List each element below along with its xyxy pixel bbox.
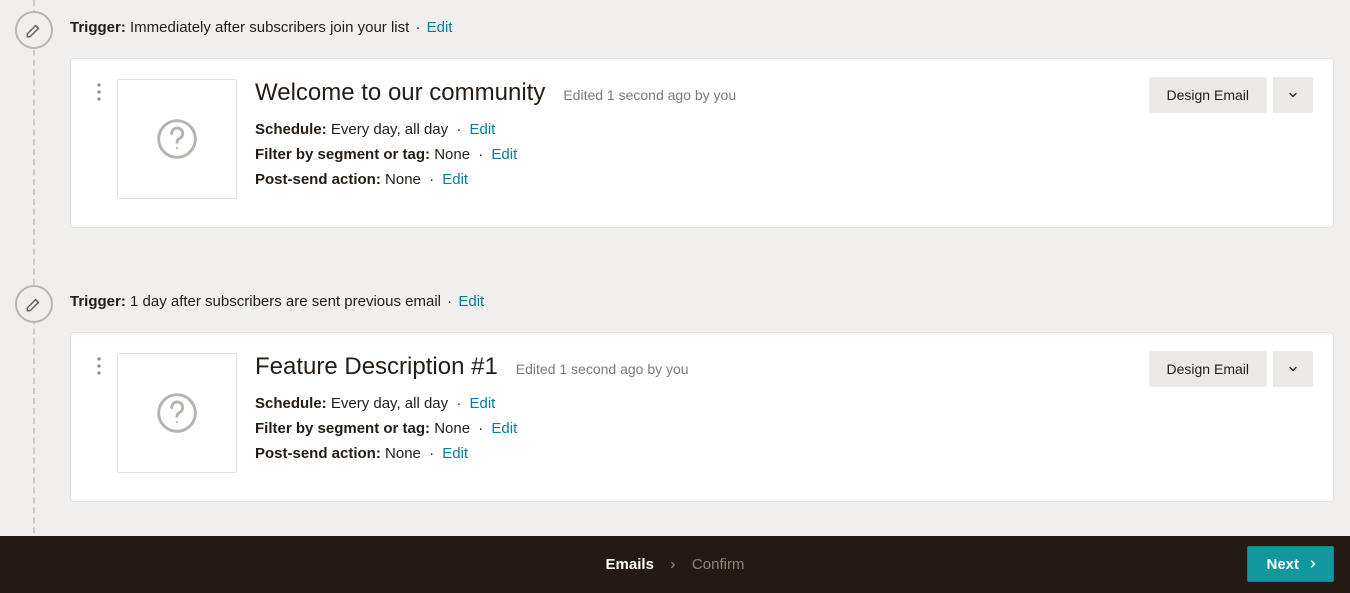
separator: · bbox=[429, 445, 434, 462]
trigger-edit-link[interactable]: Edit bbox=[427, 19, 453, 36]
design-email-button[interactable]: Design Email bbox=[1149, 351, 1267, 387]
card-kebab-menu[interactable] bbox=[87, 353, 111, 375]
question-icon bbox=[155, 391, 199, 435]
schedule-edit-link[interactable]: Edit bbox=[469, 395, 495, 412]
post-send-value: None bbox=[385, 171, 421, 188]
filter-label: Filter by segment or tag: bbox=[255, 146, 430, 163]
schedule-label: Schedule: bbox=[255, 395, 327, 412]
dots-vertical-icon bbox=[97, 83, 101, 101]
filter-label: Filter by segment or tag: bbox=[255, 420, 430, 437]
filter-value: None bbox=[434, 146, 470, 163]
chevron-down-icon bbox=[1287, 363, 1299, 375]
next-button[interactable]: Next bbox=[1247, 546, 1334, 582]
crumb-emails[interactable]: Emails bbox=[606, 556, 654, 573]
card-actions: Design Email bbox=[1149, 77, 1313, 113]
schedule-edit-link[interactable]: Edit bbox=[469, 121, 495, 138]
filter-row: Filter by segment or tag: None · Edit bbox=[255, 146, 1309, 163]
trigger-edit-link[interactable]: Edit bbox=[458, 293, 484, 310]
design-email-more-button[interactable] bbox=[1273, 77, 1313, 113]
edit-meta: Edited 1 second ago by you bbox=[516, 361, 689, 377]
edit-step-node[interactable] bbox=[15, 285, 53, 323]
footer-bar: Emails Confirm Next bbox=[0, 536, 1350, 593]
email-card: Welcome to our community Edited 1 second… bbox=[70, 58, 1334, 228]
separator: · bbox=[478, 146, 483, 163]
post-send-value: None bbox=[385, 445, 421, 462]
chevron-right-icon bbox=[1307, 558, 1319, 570]
post-send-row: Post-send action: None · Edit bbox=[255, 171, 1309, 188]
email-title: Feature Description #1 bbox=[255, 353, 498, 381]
edit-meta: Edited 1 second ago by you bbox=[563, 87, 736, 103]
email-card: Feature Description #1 Edited 1 second a… bbox=[70, 332, 1334, 502]
design-email-more-button[interactable] bbox=[1273, 351, 1313, 387]
email-thumbnail bbox=[117, 79, 237, 199]
automation-step: Trigger: 1 day after subscribers are sen… bbox=[70, 288, 1334, 502]
chevron-right-icon bbox=[668, 560, 678, 570]
trigger-line: Trigger: Immediately after subscribers j… bbox=[70, 14, 1334, 36]
question-icon bbox=[155, 117, 199, 161]
post-send-label: Post-send action: bbox=[255, 445, 381, 462]
breadcrumb: Emails Confirm bbox=[606, 556, 745, 573]
trigger-line: Trigger: 1 day after subscribers are sen… bbox=[70, 288, 1334, 310]
post-send-label: Post-send action: bbox=[255, 171, 381, 188]
post-send-edit-link[interactable]: Edit bbox=[442, 445, 468, 462]
separator: · bbox=[456, 395, 461, 412]
trigger-text: Immediately after subscribers join your … bbox=[130, 19, 409, 36]
next-label: Next bbox=[1266, 556, 1299, 573]
card-kebab-menu[interactable] bbox=[87, 79, 111, 101]
email-thumbnail bbox=[117, 353, 237, 473]
schedule-row: Schedule: Every day, all day · Edit bbox=[255, 121, 1309, 138]
edit-step-node[interactable] bbox=[15, 11, 53, 49]
filter-value: None bbox=[434, 420, 470, 437]
automation-content: Trigger: Immediately after subscribers j… bbox=[0, 0, 1350, 502]
schedule-label: Schedule: bbox=[255, 121, 327, 138]
schedule-value: Every day, all day bbox=[331, 395, 448, 412]
trigger-text: 1 day after subscribers are sent previou… bbox=[130, 293, 441, 310]
schedule-row: Schedule: Every day, all day · Edit bbox=[255, 395, 1309, 412]
filter-row: Filter by segment or tag: None · Edit bbox=[255, 420, 1309, 437]
pencil-icon bbox=[25, 295, 43, 313]
trigger-label: Trigger: bbox=[70, 19, 126, 36]
automation-step: Trigger: Immediately after subscribers j… bbox=[70, 14, 1334, 228]
separator: · bbox=[456, 121, 461, 138]
separator: · bbox=[415, 19, 420, 36]
design-email-button[interactable]: Design Email bbox=[1149, 77, 1267, 113]
trigger-label: Trigger: bbox=[70, 293, 126, 310]
chevron-down-icon bbox=[1287, 89, 1299, 101]
crumb-confirm[interactable]: Confirm bbox=[692, 556, 745, 573]
schedule-value: Every day, all day bbox=[331, 121, 448, 138]
email-title: Welcome to our community bbox=[255, 79, 545, 107]
separator: · bbox=[429, 171, 434, 188]
post-send-row: Post-send action: None · Edit bbox=[255, 445, 1309, 462]
separator: · bbox=[447, 293, 452, 310]
pencil-icon bbox=[25, 21, 43, 39]
dots-vertical-icon bbox=[97, 357, 101, 375]
filter-edit-link[interactable]: Edit bbox=[491, 420, 517, 437]
separator: · bbox=[478, 420, 483, 437]
filter-edit-link[interactable]: Edit bbox=[491, 146, 517, 163]
card-actions: Design Email bbox=[1149, 351, 1313, 387]
post-send-edit-link[interactable]: Edit bbox=[442, 171, 468, 188]
